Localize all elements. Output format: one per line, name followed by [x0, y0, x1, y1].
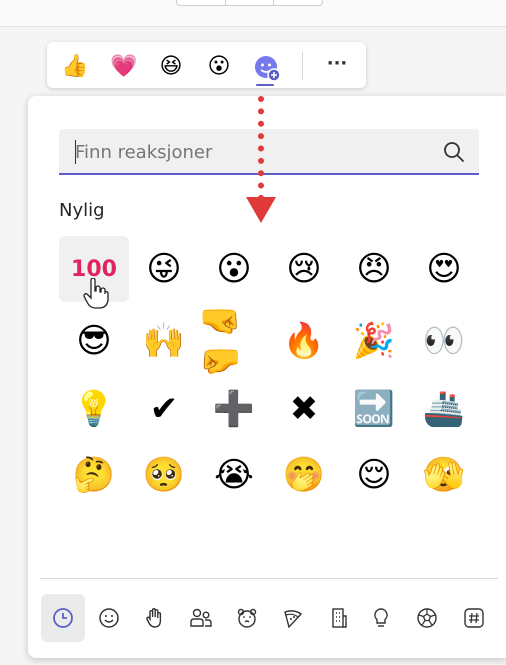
emoji-glyph: ✖ [289, 389, 319, 429]
lightbulb-icon [374, 608, 388, 627]
emoji-glyph: 😍 [426, 249, 462, 289]
top-strip [0, 0, 506, 27]
emoji-glyph: 😠 [356, 249, 392, 289]
more-reactions-button[interactable]: ··· [318, 52, 356, 80]
emoji-glyph: 🫣 [422, 455, 466, 495]
smiley-icon [99, 608, 119, 628]
emoji-glyph: 🤔 [72, 455, 116, 495]
bear-icon [237, 608, 257, 628]
emoji-cell[interactable]: 🎉 [339, 308, 409, 374]
tab-people[interactable] [179, 594, 223, 642]
pizza-icon [284, 610, 303, 629]
emoji-glyph: 🔥 [282, 321, 326, 361]
emoji-cell[interactable]: 😠 [339, 236, 409, 302]
emoji-glyph: 🤜🤛 [199, 301, 242, 381]
emoji-cell[interactable]: 😌 [339, 442, 409, 508]
soccer-icon [417, 608, 437, 628]
emoji-glyph: ➕ [212, 389, 256, 429]
emoji-glyph: 😭 [214, 455, 254, 495]
emoji-cell[interactable]: 🤜🤛 [199, 301, 269, 381]
selected-indicator [256, 84, 274, 86]
emoji-cell[interactable]: ➕ [199, 376, 269, 442]
emoji-cell[interactable]: 🔥 [269, 308, 339, 374]
search-box[interactable] [59, 129, 479, 175]
emoji-cell[interactable]: 🤭 [269, 442, 339, 508]
emoji-glyph: 🥺 [142, 455, 186, 495]
emoji-glyph: 🤭 [282, 455, 326, 495]
emoji-cell[interactable]: 🤔 [59, 442, 129, 508]
search-input[interactable] [75, 140, 425, 164]
emoji-glyph: 😎 [76, 321, 112, 361]
emoji-glyph: 💡 [72, 389, 116, 429]
emoji-glyph: 🔜 [352, 389, 396, 429]
reaction-surprised-button[interactable]: 😮 [206, 54, 232, 80]
building-icon [332, 608, 347, 628]
emoji-glyph: 😮 [216, 249, 252, 289]
annotation-arrow-line [258, 96, 264, 201]
emoji-cell[interactable]: 💡 [59, 376, 129, 442]
search-icon[interactable] [443, 141, 465, 163]
tab-hands[interactable] [133, 594, 177, 642]
emoji-glyph: 😜 [146, 249, 182, 289]
tab-symbols[interactable] [452, 594, 496, 642]
emoji-cell[interactable]: 👀 [409, 308, 479, 374]
emoji-add-icon[interactable] [253, 54, 281, 82]
top-toolbar-buttons[interactable] [176, 0, 323, 6]
tab-places[interactable] [317, 594, 361, 642]
emoji-cell[interactable]: 🚢 [409, 376, 479, 442]
emoji-cell[interactable]: 😭 [199, 442, 269, 508]
emoji-glyph: 😌 [356, 455, 392, 495]
emoji-glyph: 😢 [286, 249, 322, 289]
emoji-glyph: 🙌 [142, 321, 186, 361]
people-icon [190, 608, 212, 627]
reaction-like-button[interactable]: 👍 [61, 54, 88, 80]
tab-recent[interactable] [41, 594, 85, 642]
emoji-glyph: 🎉 [352, 321, 396, 361]
hand-cursor-icon [83, 278, 109, 309]
emoji-cell[interactable]: 😮 [199, 236, 269, 302]
emoji-cell[interactable]: ✖ [269, 376, 339, 442]
emoji-cell[interactable]: 😎 [59, 308, 129, 374]
emoji-glyph: 🚢 [422, 389, 466, 429]
emoji-cell[interactable]: 🔜 [339, 376, 409, 442]
hand-icon [146, 608, 162, 628]
emoji-cell[interactable]: 🫣 [409, 442, 479, 508]
annotation-arrow-head [246, 197, 276, 223]
tabs-divider [40, 578, 498, 579]
reaction-laugh-button[interactable]: 😆 [158, 54, 184, 80]
hashtag-icon [464, 608, 484, 628]
tab-smileys[interactable] [87, 594, 131, 642]
emoji-glyph: ✔ [149, 389, 179, 429]
emoji-cell[interactable]: 😢 [269, 236, 339, 302]
text-caret [75, 140, 76, 164]
tab-objects[interactable] [359, 594, 403, 642]
reaction-heart-button[interactable]: 💗 [110, 54, 137, 80]
divider [302, 52, 303, 80]
emoji-cell[interactable]: 😜 [129, 236, 199, 302]
emoji-cell[interactable]: ✔ [129, 376, 199, 442]
emoji-cell[interactable]: 😍 [409, 236, 479, 302]
emoji-glyph: 👀 [422, 321, 466, 361]
tab-animals[interactable] [225, 594, 269, 642]
emoji-cell[interactable]: 🙌 [129, 308, 199, 374]
emoji-cell[interactable]: 🥺 [129, 442, 199, 508]
tab-activities[interactable] [405, 594, 449, 642]
clock-icon [53, 608, 73, 628]
tab-food[interactable] [271, 594, 315, 642]
recent-heading: Nylig [59, 200, 105, 221]
